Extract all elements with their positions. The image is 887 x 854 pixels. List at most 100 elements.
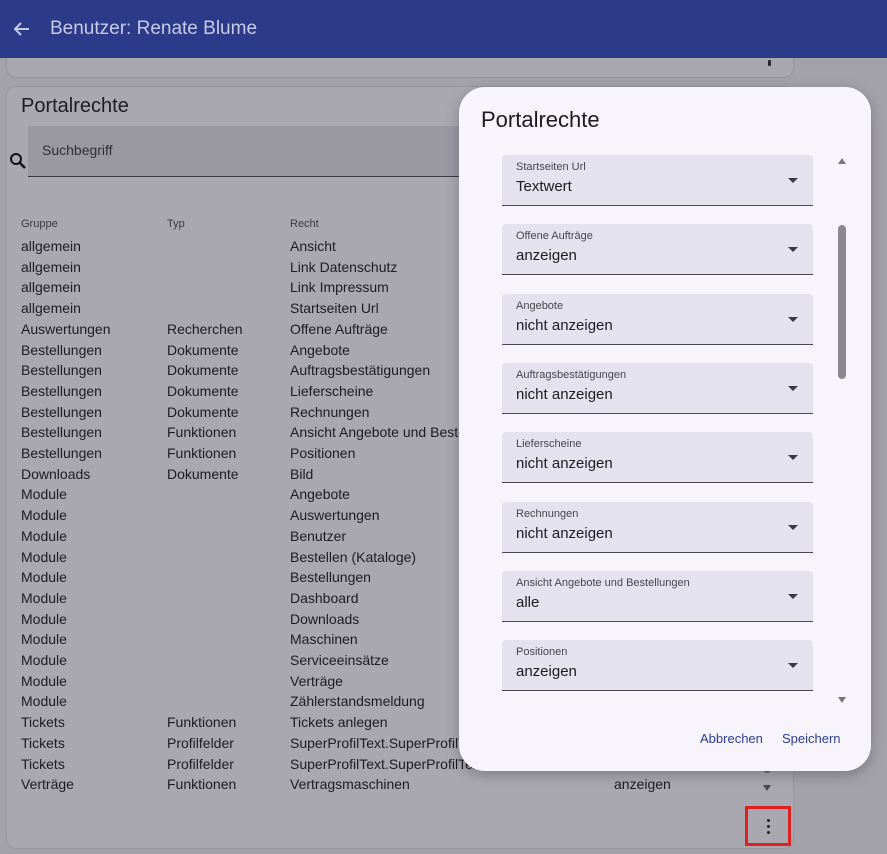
cell-recht: Bestellungen (290, 569, 371, 586)
table-row[interactable]: Verträge Funktionen Vertragsmaschinen anzei… (7, 774, 793, 794)
cell-typ: Profilfelder (167, 755, 234, 772)
card-title: Portalrechte (21, 95, 129, 117)
cell-typ: Dokumente (167, 382, 239, 399)
page-title: Benutzer: Renate Blume (50, 18, 258, 39)
cell-recht: Ansicht (290, 238, 336, 254)
cell-gruppe: Downloads (21, 465, 91, 482)
cell-typ: Dokumente (167, 403, 239, 420)
dialog-scrollbar[interactable] (836, 153, 850, 703)
dropdown-arrow-icon[interactable] (788, 178, 798, 183)
select-label: Offene Aufträge (516, 230, 593, 243)
cell-typ: Funktionen (167, 424, 237, 441)
select-field[interactable]: Startseiten Url Textwert (502, 155, 813, 206)
cell-gruppe: Verträge (21, 776, 74, 793)
cell-gruppe: Module (21, 548, 67, 565)
scroll-down-icon[interactable] (838, 697, 846, 703)
cancel-button[interactable]: Abbrechen (700, 731, 763, 746)
cell-recht: Benutzer (290, 527, 347, 544)
cell-gruppe: Bestellungen (21, 362, 102, 379)
cell-recht: Tickets anlegen (290, 714, 388, 731)
dialog-field-list: Startseiten Url Textwert Offene Aufträge an… (502, 155, 813, 775)
select-label: Angebote (516, 299, 564, 312)
select-label: Rechnungen (516, 507, 579, 520)
dropdown-arrow-icon[interactable] (788, 593, 798, 599)
select-label: Startseiten Url (516, 161, 586, 173)
cell-recht: Bestellen (Kataloge) (290, 548, 417, 565)
cell-recht: Offene Aufträge (290, 320, 388, 337)
select-value: nicht anzeigen (516, 316, 613, 334)
cell-recht: Vertragsmaschinen (290, 776, 410, 793)
select-value: nicht anzeigen (516, 455, 613, 473)
select-value: alle (516, 593, 540, 611)
cell-gruppe: Module (21, 527, 67, 544)
select-label: Ansicht Angebote und Bestellungen (516, 576, 690, 589)
cell-gruppe: Module (21, 507, 67, 524)
scroll-up-icon[interactable] (838, 158, 846, 164)
select-field[interactable]: Auftragsbestätigungen nicht anzeigen (502, 362, 813, 414)
search-input[interactable] (42, 142, 462, 158)
dropdown-arrow-icon[interactable] (788, 247, 798, 253)
dropdown-arrow-icon[interactable] (788, 455, 798, 461)
dropdown-arrow-icon[interactable] (788, 385, 798, 391)
cell-typ: Funktionen (167, 445, 237, 461)
cell-wert: anzeigen (614, 776, 671, 793)
cell-recht: Positionen (290, 445, 356, 461)
cell-gruppe: Bestellungen (21, 403, 102, 420)
cell-gruppe: Auswertungen (21, 320, 111, 337)
select-label: Positionen (516, 646, 568, 659)
select-field[interactable]: Offene Aufträge anzeigen (502, 224, 813, 276)
cell-recht: Downloads (290, 610, 360, 627)
dropdown-arrow-icon[interactable] (788, 316, 798, 322)
cell-gruppe: Module (21, 589, 67, 606)
cell-recht: Angebote (290, 341, 350, 358)
menu-icon[interactable] (768, 60, 771, 66)
back-arrow-icon[interactable] (12, 19, 32, 39)
select-label: Lieferscheine (516, 438, 582, 451)
cell-gruppe: Module (21, 672, 67, 689)
header-gruppe[interactable]: Gruppe (21, 218, 58, 230)
select-field[interactable]: Lieferscheine nicht anzeigen (502, 432, 813, 484)
dropdown-arrow-icon[interactable] (788, 663, 798, 669)
cell-recht: Link Impressum (290, 279, 389, 296)
cell-gruppe: Module (21, 610, 67, 627)
save-button[interactable]: Speichern (782, 731, 841, 746)
cell-recht: Dashboard (290, 589, 359, 606)
cell-gruppe: Bestellungen (21, 341, 102, 358)
search-field[interactable] (28, 126, 498, 177)
select-value: nicht anzeigen (516, 385, 613, 403)
cell-typ: Recherchen (167, 320, 243, 337)
previous-card (6, 58, 794, 78)
more-options-button[interactable] (745, 806, 791, 846)
cell-recht: Startseiten Url (290, 300, 379, 317)
scroll-thumb[interactable] (838, 225, 846, 379)
cell-typ: Dokumente (167, 362, 239, 379)
cell-gruppe: Module (21, 631, 67, 648)
cell-gruppe: allgemein (21, 258, 81, 275)
select-value: anzeigen (516, 247, 577, 265)
dropdown-arrow-icon[interactable] (788, 524, 798, 530)
select-field[interactable]: Rechnungen nicht anzeigen (502, 501, 813, 553)
app-bar: Benutzer: Renate Blume (0, 0, 887, 58)
cell-recht: Auftragsbestätigungen (290, 362, 431, 379)
header-recht[interactable]: Recht (290, 218, 319, 230)
cell-recht: Zählerstandsmeldung (290, 693, 425, 710)
select-value: nicht anzeigen (516, 524, 613, 542)
more-vert-icon (766, 817, 770, 835)
cell-gruppe: Tickets (21, 755, 65, 772)
cell-gruppe: Bestellungen (21, 382, 102, 399)
select-field[interactable]: Angebote nicht anzeigen (502, 293, 813, 345)
portalrechte-dialog: Portalrechte Startseiten Url Textwert Offe… (459, 87, 871, 771)
cell-gruppe: allgemein (21, 300, 81, 317)
dialog-title: Portalrechte (481, 107, 600, 132)
cell-gruppe: allgemein (21, 279, 81, 296)
cell-recht: Maschinen (290, 631, 358, 648)
cell-gruppe: Bestellungen (21, 445, 102, 461)
select-field[interactable]: Positionen anzeigen (502, 640, 813, 692)
select-field[interactable]: Ansicht Angebote und Bestellungen alle (502, 570, 813, 622)
cell-recht: Angebote (290, 486, 350, 503)
cell-gruppe: Module (21, 486, 67, 503)
cell-gruppe: Module (21, 693, 67, 710)
cell-recht: Bild (290, 465, 314, 482)
cell-gruppe: allgemein (21, 238, 81, 254)
header-typ[interactable]: Typ (167, 218, 185, 230)
